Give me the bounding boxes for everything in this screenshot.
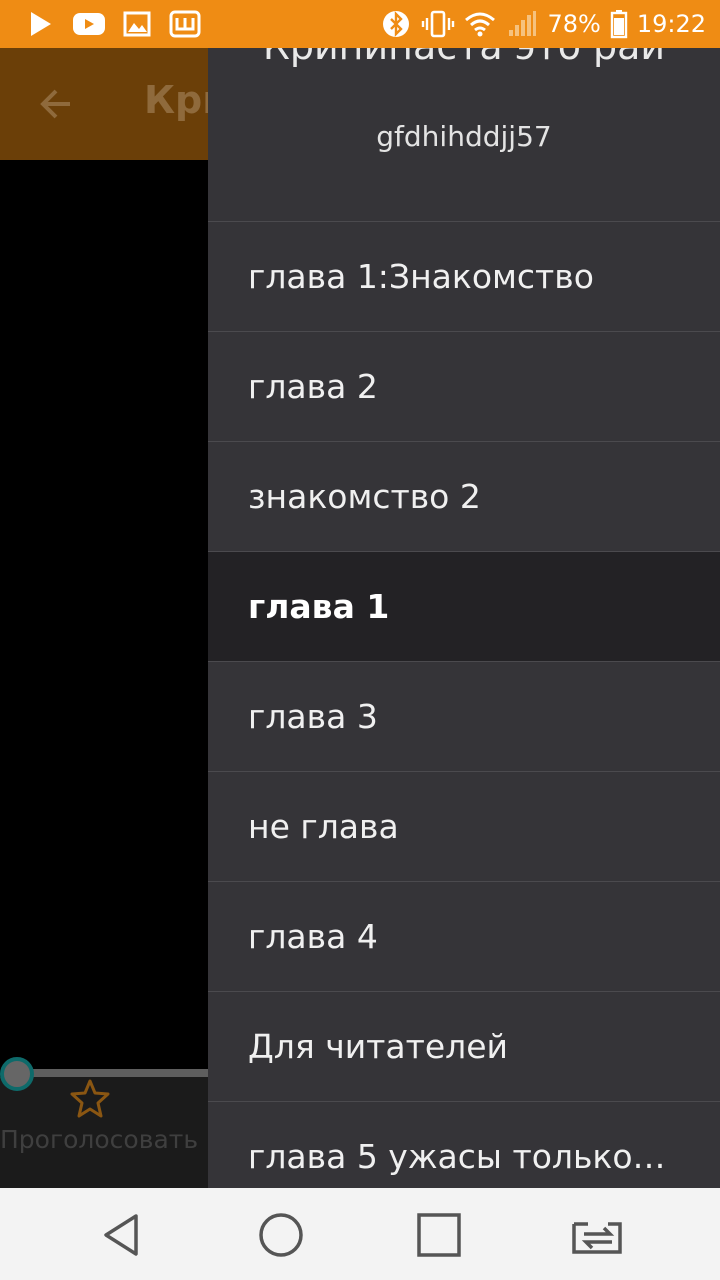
vote-button-label[interactable]: Проголосовать <box>0 1124 200 1156</box>
clock: 19:22 <box>636 10 706 38</box>
system-nav-bar <box>0 1188 720 1280</box>
status-bar: 78% 19:22 <box>0 0 720 48</box>
recents-icon[interactable] <box>414 1210 464 1260</box>
wifi-icon <box>463 9 497 39</box>
drawer-header: Крипипаста это рай gfdhihddjj57 <box>208 48 720 222</box>
chapter-item[interactable]: глава 2 <box>208 332 720 442</box>
youtube-icon <box>72 9 106 39</box>
app-w-icon <box>168 9 202 39</box>
reading-progress-thumb[interactable] <box>0 1057 34 1091</box>
play-store-icon <box>24 9 58 39</box>
chapter-item[interactable]: глава 5 ужасы только… <box>208 1102 720 1188</box>
chapter-item[interactable]: глава 4 <box>208 882 720 992</box>
story-title: Крипипаста это рай <box>208 48 720 68</box>
chapter-item[interactable]: глава 3 <box>208 662 720 772</box>
vibrate-icon <box>421 9 455 39</box>
gallery-icon <box>120 9 154 39</box>
battery-icon <box>609 9 629 39</box>
chapter-item[interactable]: Для читателей <box>208 992 720 1102</box>
switch-apps-icon[interactable] <box>570 1210 626 1260</box>
chapter-item[interactable]: не глава <box>208 772 720 882</box>
chapter-item[interactable]: глава 1:Знакомство <box>208 222 720 332</box>
back-icon[interactable] <box>98 1210 148 1260</box>
battery-percent: 78% <box>547 10 601 38</box>
notification-icons <box>0 9 202 39</box>
back-arrow-icon[interactable] <box>36 84 76 124</box>
signal-icon <box>505 9 539 39</box>
bluetooth-icon <box>379 9 413 39</box>
star-icon[interactable] <box>70 1078 110 1118</box>
chapters-drawer: Крипипаста это рай gfdhihddjj57 глава 1:… <box>208 48 720 1188</box>
system-icons: 78% 19:22 <box>379 9 720 39</box>
chapter-item[interactable]: знакомство 2 <box>208 442 720 552</box>
chapter-item-selected[interactable]: глава 1 <box>208 552 720 662</box>
reading-progress-track[interactable] <box>16 1069 216 1077</box>
home-icon[interactable] <box>256 1210 306 1260</box>
author-name[interactable]: gfdhihddjj57 <box>208 120 720 153</box>
chapter-list: глава 1:Знакомство глава 2 знакомство 2 … <box>208 222 720 1188</box>
